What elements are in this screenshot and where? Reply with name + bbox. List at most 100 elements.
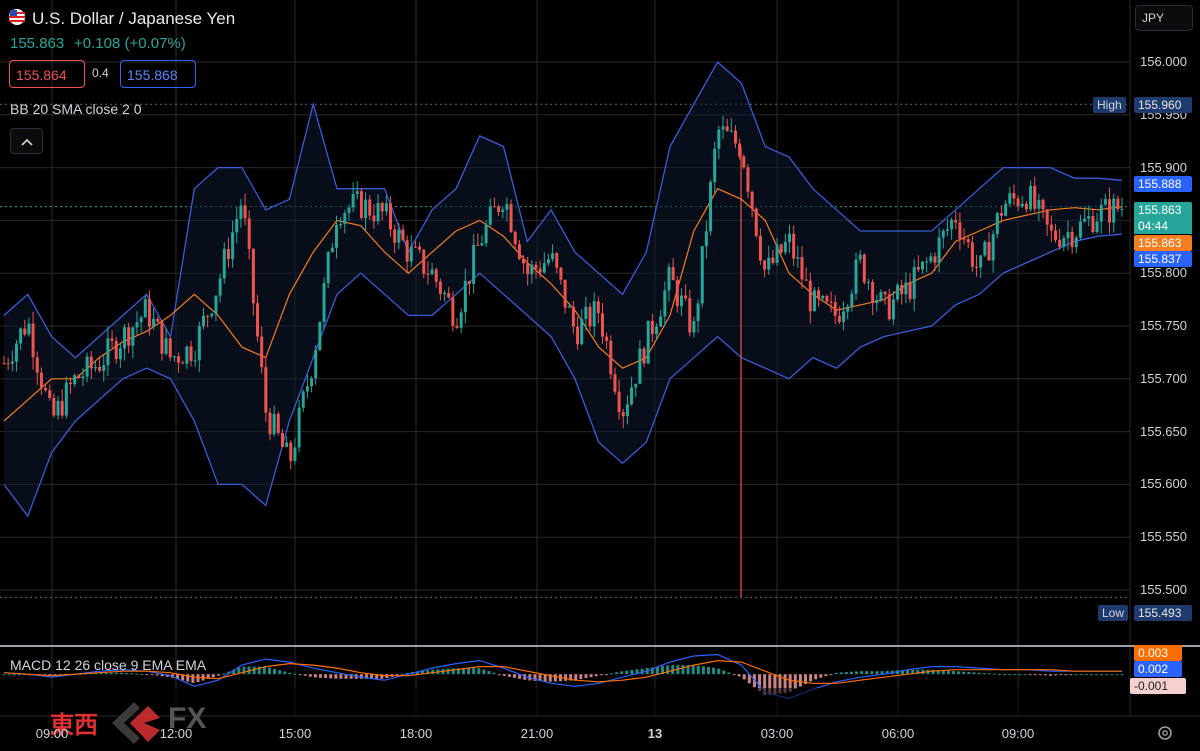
candle-body-153 <box>638 348 642 384</box>
candle-body-168 <box>700 246 704 304</box>
time-tick-label: 09:00 <box>1001 726 1035 741</box>
candle-body-19 <box>81 376 85 379</box>
macd-hist-bar-209 <box>1069 674 1073 676</box>
candle-body-180 <box>750 191 754 209</box>
candle-body-143 <box>596 301 600 314</box>
candle-body-94 <box>393 229 397 243</box>
candle-body-230 <box>958 222 962 239</box>
macd-hist-bar-123 <box>630 669 634 675</box>
candle-body-169 <box>704 231 708 247</box>
candle-body-188 <box>783 242 787 253</box>
candle-body-37 <box>156 318 160 322</box>
macd-hist-bar-114 <box>584 674 588 679</box>
macd-hist-bar-168 <box>860 671 864 675</box>
currency-button[interactable]: JPY <box>1135 5 1193 31</box>
candle-body-144 <box>600 313 604 337</box>
candle-body-96 <box>401 229 405 241</box>
candle-body-20 <box>85 356 89 377</box>
gear-icon[interactable] <box>1156 724 1174 747</box>
candle-body-160 <box>667 267 671 291</box>
candle-body-22 <box>93 366 97 369</box>
time-tick-label: 21:00 <box>520 726 554 741</box>
candle-body-197 <box>821 296 825 299</box>
candle-body-11 <box>48 390 52 398</box>
candle-body-69 <box>289 442 293 461</box>
bollinger-bands <box>3 60 1123 518</box>
candle-body-191 <box>796 257 800 259</box>
candle-body-250 <box>1041 199 1045 210</box>
time-tick-label: 03:00 <box>760 726 794 741</box>
price-tick-label: 155.900 <box>1140 159 1187 175</box>
candle-body-101 <box>422 249 426 274</box>
macd-hist-bar-210 <box>1074 674 1078 676</box>
macd-hist-bar-158 <box>809 674 813 682</box>
macd-hist-bar-116 <box>594 674 598 677</box>
candle-body-117 <box>488 206 492 225</box>
candle-body-234 <box>975 266 979 268</box>
macd-hist-bar-206 <box>1054 674 1058 676</box>
candle-body-35 <box>147 299 151 327</box>
candle-body-152 <box>634 383 638 388</box>
candle-body-53 <box>222 248 226 279</box>
candle-body-92 <box>384 203 388 212</box>
candle-body-98 <box>409 246 413 262</box>
candle-body-64 <box>268 412 272 435</box>
candle-body-125 <box>522 258 526 264</box>
candle-body-181 <box>754 208 758 236</box>
macd-hist-bar-198 <box>1013 674 1017 676</box>
macd-hist-bar-201 <box>1028 674 1032 676</box>
candle-body-131 <box>546 259 550 264</box>
macd-hist-bar-200 <box>1023 674 1027 676</box>
last-price-tag: 155.863 <box>1134 202 1192 218</box>
currency-label: JPY <box>1142 11 1165 25</box>
candle-body-148 <box>617 391 621 413</box>
collapse-button[interactable] <box>10 128 43 154</box>
candle-body-162 <box>675 280 679 307</box>
candle-body-186 <box>775 244 779 263</box>
candle-body-195 <box>812 290 816 312</box>
chart-canvas[interactable] <box>0 0 1200 749</box>
macd-hist-bar-29 <box>150 674 154 676</box>
bb-indicator-label[interactable]: BB 20 SMA close 2 0 <box>10 101 142 117</box>
macd-hist-bar-144 <box>737 674 741 677</box>
candle-body-259 <box>1078 221 1082 238</box>
candle-body-187 <box>779 244 783 253</box>
macd-hist-bar-199 <box>1018 674 1022 676</box>
macd-hist-bar-120 <box>615 672 619 675</box>
candle-body-212 <box>883 291 887 295</box>
bid-button[interactable]: 155.864 <box>9 60 85 88</box>
candle-body-220 <box>916 267 920 270</box>
candle-body-196 <box>817 290 821 299</box>
candle-body-120 <box>501 209 505 212</box>
candle-body-257 <box>1070 231 1074 248</box>
candle-body-41 <box>172 356 176 358</box>
candle-body-15 <box>64 382 68 416</box>
candle-body-249 <box>1037 199 1041 209</box>
candle-body-39 <box>164 338 168 354</box>
lower-band-tag: 155.837 <box>1134 251 1192 267</box>
macd-hist-bar-156 <box>798 674 802 687</box>
macd-hist-bar-169 <box>865 671 869 675</box>
macd-hist-bar-43 <box>222 673 226 675</box>
candle-body-167 <box>696 303 700 322</box>
macd-hist-bar-64 <box>329 674 333 679</box>
price-tick-label: 155.500 <box>1140 582 1187 597</box>
candle-body-82 <box>343 213 347 224</box>
candle-body-113 <box>472 244 476 284</box>
candle-body-209 <box>871 282 875 303</box>
candle-body-184 <box>767 257 771 270</box>
macd-indicator-label[interactable]: MACD 12 26 close 9 EMA EMA <box>10 657 206 673</box>
candle-body-14 <box>60 400 64 416</box>
candle-body-175 <box>729 130 733 132</box>
candle-body-48 <box>201 315 205 327</box>
macd-hist-bar-162 <box>829 674 833 676</box>
ask-button[interactable]: 155.868 <box>120 60 196 88</box>
candle-body-218 <box>908 282 912 299</box>
candle-body-80 <box>334 224 338 248</box>
candle-body-77 <box>322 282 326 322</box>
candle-body-46 <box>193 360 197 362</box>
candle-body-183 <box>763 260 767 270</box>
candle-body-161 <box>671 267 675 281</box>
candle-body-192 <box>800 257 804 280</box>
candle-body-150 <box>625 404 629 417</box>
